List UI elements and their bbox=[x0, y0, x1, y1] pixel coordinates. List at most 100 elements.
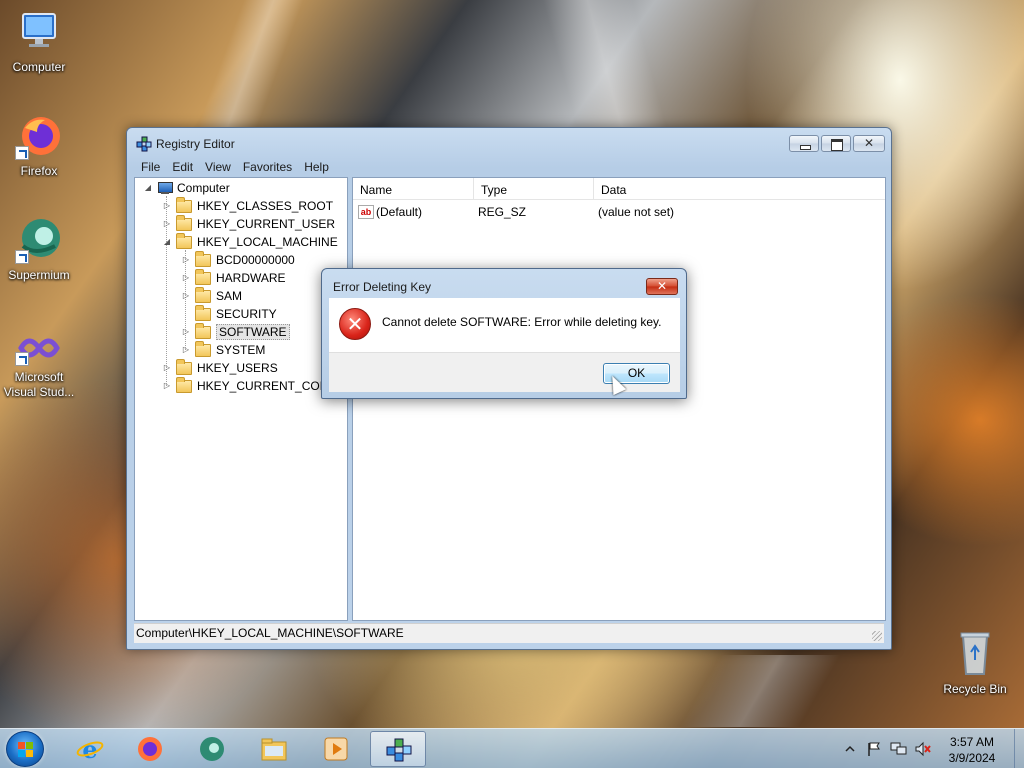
tree-item-system[interactable]: ▷ SYSTEM bbox=[181, 340, 266, 359]
registry-tree[interactable]: ◢ Computer ▷ HKEY_CLASSES_ROOT ▷ HKEY_CU… bbox=[134, 177, 348, 621]
shortcut-arrow-icon bbox=[15, 146, 29, 160]
taskbar-supermium[interactable] bbox=[184, 731, 240, 767]
desktop-icon-supermium[interactable]: Supermium bbox=[0, 216, 78, 283]
column-header-name[interactable]: Name bbox=[353, 178, 474, 200]
tree-item-hklm[interactable]: ◢ HKEY_LOCAL_MACHINE bbox=[162, 232, 338, 251]
menu-favorites[interactable]: Favorites bbox=[237, 158, 298, 177]
tree-item-label: HKEY_LOCAL_MACHINE bbox=[197, 235, 338, 249]
taskbar-firefox[interactable] bbox=[122, 731, 178, 767]
computer-icon bbox=[157, 181, 173, 195]
expand-icon[interactable]: ▷ bbox=[162, 363, 172, 373]
desktop-icon-computer[interactable]: Computer bbox=[0, 8, 78, 75]
folder-icon bbox=[261, 738, 287, 761]
error-icon: ✕ bbox=[339, 308, 371, 340]
tree-item-software[interactable]: ▷ SOFTWARE bbox=[181, 322, 290, 341]
close-icon: ✕ bbox=[656, 279, 668, 293]
folder-icon bbox=[195, 322, 211, 339]
tree-item-hardware[interactable]: ▷ HARDWARE bbox=[181, 268, 286, 287]
tree-item-label: SAM bbox=[216, 289, 243, 303]
show-desktop-button[interactable] bbox=[1014, 729, 1024, 768]
string-value-icon: ab bbox=[358, 205, 374, 219]
dialog-message: Cannot delete SOFTWARE: Error while dele… bbox=[382, 315, 662, 329]
tree-item-label: HKEY_USERS bbox=[197, 361, 278, 375]
value-type: REG_SZ bbox=[478, 205, 527, 219]
collapse-icon[interactable]: ◢ bbox=[162, 237, 172, 247]
taskbar-media-player[interactable] bbox=[308, 731, 364, 767]
folder-icon bbox=[176, 196, 192, 213]
error-dialog[interactable]: Error Deleting Key ✕ ✕ Cannot delete SOF… bbox=[321, 268, 687, 399]
tree-item-sam[interactable]: ▷ SAM bbox=[181, 286, 243, 305]
internet-explorer-icon: e bbox=[76, 736, 104, 762]
action-center-flag-icon[interactable] bbox=[866, 741, 882, 757]
minimize-button[interactable] bbox=[789, 135, 819, 152]
expand-icon[interactable]: ▷ bbox=[162, 219, 172, 229]
registry-editor-icon bbox=[386, 738, 412, 762]
taskbar-registry-editor[interactable] bbox=[370, 731, 426, 767]
value-data: (value not set) bbox=[598, 205, 675, 219]
dialog-footer: OK bbox=[329, 352, 680, 392]
folder-icon bbox=[176, 214, 192, 231]
desktop-icon-firefox[interactable]: Firefox bbox=[0, 112, 78, 179]
menu-file[interactable]: File bbox=[135, 158, 166, 177]
folder-icon bbox=[195, 340, 211, 357]
taskbar: e 3:57 AM 3/9/2024 bbox=[0, 728, 1024, 768]
tree-item-label: SYSTEM bbox=[216, 343, 266, 357]
expand-icon[interactable]: ▷ bbox=[181, 273, 191, 283]
title-bar[interactable]: Registry Editor ✕ bbox=[127, 128, 891, 158]
windows-logo-icon bbox=[18, 742, 34, 758]
expand-icon[interactable]: ▷ bbox=[181, 327, 191, 337]
clock-date: 3/9/2024 bbox=[948, 751, 996, 765]
desktop-icon-label: Firefox bbox=[20, 164, 58, 178]
dialog-close-button[interactable]: ✕ bbox=[646, 278, 678, 295]
tree-item-hkcr[interactable]: ▷ HKEY_CLASSES_ROOT bbox=[162, 196, 334, 215]
values-list[interactable]: Name Type Data ab (Default) REG_SZ (valu… bbox=[352, 177, 886, 621]
supermium-icon bbox=[200, 737, 224, 761]
collapse-icon[interactable]: ◢ bbox=[143, 183, 153, 193]
column-header-type[interactable]: Type bbox=[474, 178, 594, 200]
volume-muted-icon[interactable] bbox=[914, 741, 932, 757]
taskbar-file-explorer[interactable] bbox=[246, 731, 302, 767]
maximize-button[interactable] bbox=[821, 135, 851, 152]
column-header-data[interactable]: Data bbox=[594, 178, 885, 200]
expand-icon[interactable]: ▷ bbox=[162, 381, 172, 391]
media-player-icon bbox=[324, 737, 348, 761]
tree-item-label: HARDWARE bbox=[216, 271, 286, 285]
desktop-icon-label: Microsoft Visual Stud... bbox=[3, 370, 75, 399]
tree-item-label: SECURITY bbox=[216, 307, 277, 321]
system-clock[interactable]: 3:57 AM 3/9/2024 bbox=[936, 734, 1008, 766]
tree-item-bcd[interactable]: ▷ BCD00000000 bbox=[181, 250, 295, 269]
start-button[interactable] bbox=[6, 731, 44, 767]
visual-studio-icon bbox=[15, 330, 63, 366]
tree-item-hkcu[interactable]: ▷ HKEY_CURRENT_USER bbox=[162, 214, 335, 233]
tree-item-label: HKEY_CLASSES_ROOT bbox=[197, 199, 334, 213]
taskbar-internet-explorer[interactable]: e bbox=[62, 731, 118, 767]
desktop-icon-visual-studio[interactable]: Microsoft Visual Stud... bbox=[0, 330, 78, 400]
computer-icon bbox=[15, 8, 63, 56]
show-hidden-icons-icon[interactable] bbox=[845, 744, 855, 754]
desktop-icon-label: Computer bbox=[12, 60, 66, 74]
list-item[interactable]: ab (Default) REG_SZ (value not set) bbox=[353, 202, 674, 222]
tree-item-label: BCD00000000 bbox=[216, 253, 295, 267]
expand-icon[interactable]: ▷ bbox=[162, 201, 172, 211]
shortcut-arrow-icon bbox=[15, 250, 29, 264]
expand-icon[interactable]: ▷ bbox=[181, 345, 191, 355]
tree-item-security[interactable]: SECURITY bbox=[181, 304, 277, 323]
tree-item-computer[interactable]: ◢ Computer bbox=[143, 179, 230, 197]
tree-item-hkcc[interactable]: ▷ HKEY_CURRENT_CONF bbox=[162, 376, 336, 395]
expand-icon[interactable]: ▷ bbox=[181, 291, 191, 301]
menu-help[interactable]: Help bbox=[298, 158, 335, 177]
resize-grip[interactable] bbox=[872, 631, 882, 641]
tree-item-hku[interactable]: ▷ HKEY_USERS bbox=[162, 358, 278, 377]
folder-icon bbox=[195, 304, 211, 321]
menu-view[interactable]: View bbox=[199, 158, 237, 177]
value-name: (Default) bbox=[376, 205, 423, 219]
folder-icon bbox=[195, 250, 211, 267]
expand-icon[interactable]: ▷ bbox=[181, 255, 191, 265]
network-icon[interactable] bbox=[890, 741, 908, 757]
folder-icon bbox=[176, 232, 192, 249]
desktop-icon-recycle-bin[interactable]: Recycle Bin bbox=[936, 630, 1014, 697]
close-button[interactable]: ✕ bbox=[853, 135, 885, 152]
firefox-icon bbox=[138, 737, 162, 761]
firefox-icon bbox=[15, 112, 63, 160]
menu-edit[interactable]: Edit bbox=[166, 158, 199, 177]
